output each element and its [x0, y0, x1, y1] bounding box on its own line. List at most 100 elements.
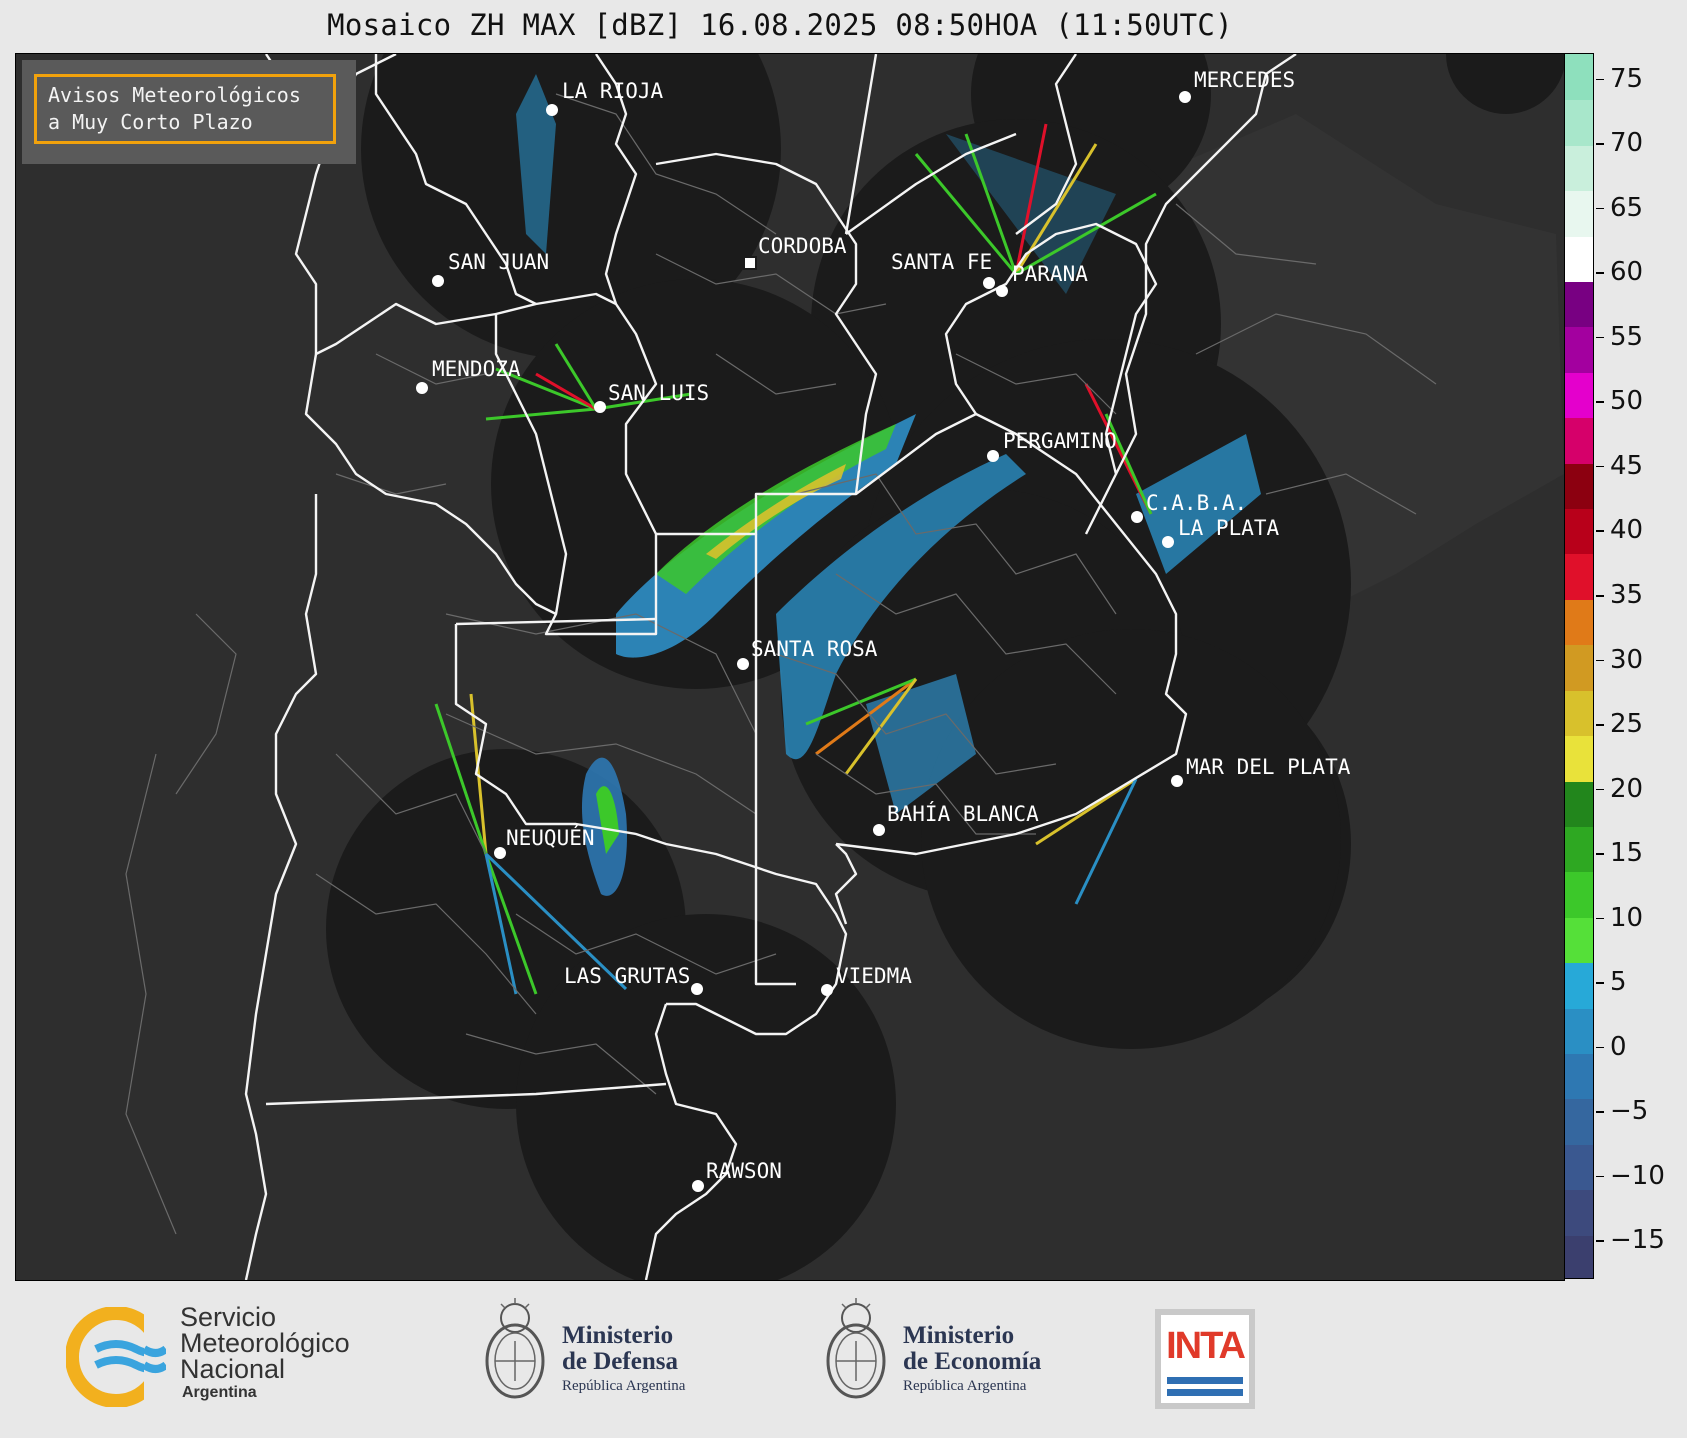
- colorbar-tick: [1596, 917, 1604, 920]
- colorbar-segment: [1565, 190, 1593, 237]
- city-label: MAR DEL PLATA: [1186, 755, 1351, 779]
- colorbar-tick-label: 60: [1610, 257, 1644, 288]
- city-label: MERCEDES: [1194, 68, 1295, 92]
- colorbar-segment: [1565, 417, 1593, 464]
- colorbar-segment: [1565, 281, 1593, 328]
- colorbar-tick-label: 40: [1610, 515, 1644, 546]
- colorbar-tick-label: 55: [1610, 321, 1644, 352]
- economia-line-2: de Economía: [903, 1348, 1042, 1375]
- city-label: PERGAMINO: [1003, 429, 1117, 453]
- colorbar-segment: [1565, 916, 1593, 964]
- colorbar-segment: [1565, 871, 1593, 918]
- colorbar-segment: [1565, 689, 1593, 737]
- colorbar-tick: [1596, 788, 1604, 791]
- colorbar-tick: [1596, 336, 1604, 339]
- smn-name-line-3: Nacional: [180, 1354, 286, 1384]
- city-label: SANTA ROSA: [751, 637, 878, 661]
- city-label: RAWSON: [706, 1159, 782, 1183]
- city-marker[interactable]: [1171, 775, 1183, 787]
- colorbar-tick-label: −10: [1610, 1160, 1665, 1191]
- colorbar-tick-label: 70: [1610, 128, 1644, 159]
- colorbar-tick-label: −5: [1610, 1096, 1649, 1127]
- colorbar-tick: [1596, 853, 1604, 855]
- city-label: PARANA: [1012, 262, 1088, 286]
- colorbar-tick-label: 30: [1610, 644, 1644, 675]
- dbz-colorbar: [1564, 53, 1594, 1279]
- colorbar-segment: [1565, 1007, 1593, 1054]
- city-label: C.A.B.A.: [1146, 491, 1247, 515]
- defensa-line-3: República Argentina: [562, 1378, 686, 1394]
- colorbar-segment: [1565, 1143, 1593, 1191]
- colorbar-tick: [1596, 401, 1604, 403]
- colorbar-tick-label: 50: [1610, 386, 1644, 417]
- colorbar-tick: [1596, 143, 1604, 145]
- colorbar-tick: [1596, 1111, 1604, 1113]
- city-marker[interactable]: [873, 824, 885, 836]
- inta-logo: INTA: [1155, 1309, 1255, 1409]
- colorbar-segment: [1565, 235, 1593, 283]
- colorbar-segment: [1565, 553, 1593, 600]
- city-marker[interactable]: [1179, 91, 1191, 103]
- inta-wordmark: INTA: [1166, 1325, 1246, 1367]
- colorbar-tick-label: 15: [1610, 838, 1644, 869]
- city-label: SAN JUAN: [448, 250, 549, 274]
- notice-box[interactable]: Avisos Meteorológicos a Muy Corto Plazo: [34, 74, 336, 144]
- city-marker[interactable]: [1131, 511, 1143, 523]
- colorbar-segment: [1565, 1189, 1593, 1236]
- colorbar-segment: [1565, 1052, 1593, 1100]
- radar-map[interactable]: LA RIOJA MERCEDES CORDOBA SAN JUAN SANTA…: [15, 53, 1565, 1281]
- coat-of-arms-icon: [485, 1298, 545, 1399]
- colorbar-tick-label: −15: [1610, 1225, 1665, 1256]
- city-marker[interactable]: [737, 658, 749, 670]
- city-marker[interactable]: [594, 401, 606, 413]
- colorbar-tick: [1596, 982, 1604, 984]
- smn-name-line-4: Argentina: [182, 1384, 257, 1401]
- colorbar-tick: [1596, 78, 1604, 81]
- colorbar-segment: [1565, 825, 1593, 873]
- colorbar-tick-label: 25: [1610, 709, 1644, 740]
- coat-of-arms-icon: [826, 1298, 886, 1399]
- city-marker[interactable]: [416, 382, 428, 394]
- colorbar-tick: [1596, 1175, 1604, 1178]
- colorbar-tick: [1596, 659, 1604, 662]
- colorbar-tick-label: 10: [1610, 902, 1644, 933]
- city-label: NEUQUÉN: [506, 825, 595, 850]
- city-marker[interactable]: [692, 1180, 704, 1192]
- city-marker[interactable]: [546, 104, 558, 116]
- city-marker[interactable]: [821, 984, 833, 996]
- colorbar-tick-label: 0: [1610, 1031, 1627, 1062]
- city-marker[interactable]: [432, 275, 444, 287]
- city-marker[interactable]: [987, 450, 999, 462]
- city-label: LAS GRUTAS: [564, 964, 690, 988]
- defensa-line-1: Ministerio: [562, 1322, 674, 1349]
- colorbar-segment: [1565, 1098, 1593, 1145]
- smn-logo-icon: [66, 1307, 166, 1407]
- colorbar-tick: [1596, 1240, 1604, 1242]
- colorbar-segment: [1565, 144, 1593, 192]
- colorbar-tick-label: 65: [1610, 192, 1644, 223]
- city-label: SAN LUIS: [608, 381, 709, 405]
- city-marker[interactable]: [996, 285, 1008, 297]
- colorbar-segment: [1565, 99, 1593, 146]
- colorbar-segment: [1565, 780, 1593, 827]
- city-label: VIEDMA: [836, 964, 912, 988]
- city-marker[interactable]: [1162, 536, 1174, 548]
- city-marker[interactable]: [691, 983, 703, 995]
- colorbar-tick: [1596, 595, 1604, 597]
- city-marker[interactable]: [983, 277, 995, 289]
- colorbar-ticks: 75 70 65 60 55 50 45 40 35 30 25 20 15 10 5 0 −5 −10 −15: [1596, 53, 1686, 1279]
- economia-line-1: Ministerio: [903, 1322, 1015, 1349]
- colorbar-tick: [1596, 724, 1604, 726]
- radar-map-canvas: LA RIOJA MERCEDES CORDOBA SAN JUAN SANTA…: [16, 54, 1564, 1280]
- city-marker[interactable]: [743, 256, 757, 270]
- colorbar-segment: [1565, 54, 1593, 101]
- colorbar-tick: [1596, 530, 1604, 532]
- city-label: MENDOZA: [432, 357, 521, 381]
- colorbar-tick: [1596, 1046, 1604, 1049]
- colorbar-tick-label: 20: [1610, 773, 1644, 804]
- colorbar-segment: [1565, 962, 1593, 1009]
- map-title: Mosaico ZH MAX [dBZ] 16.08.2025 08:50HOA…: [327, 8, 1233, 42]
- city-marker[interactable]: [494, 847, 506, 859]
- city-label: LA PLATA: [1178, 516, 1280, 540]
- colorbar-tick-label: 5: [1610, 967, 1627, 998]
